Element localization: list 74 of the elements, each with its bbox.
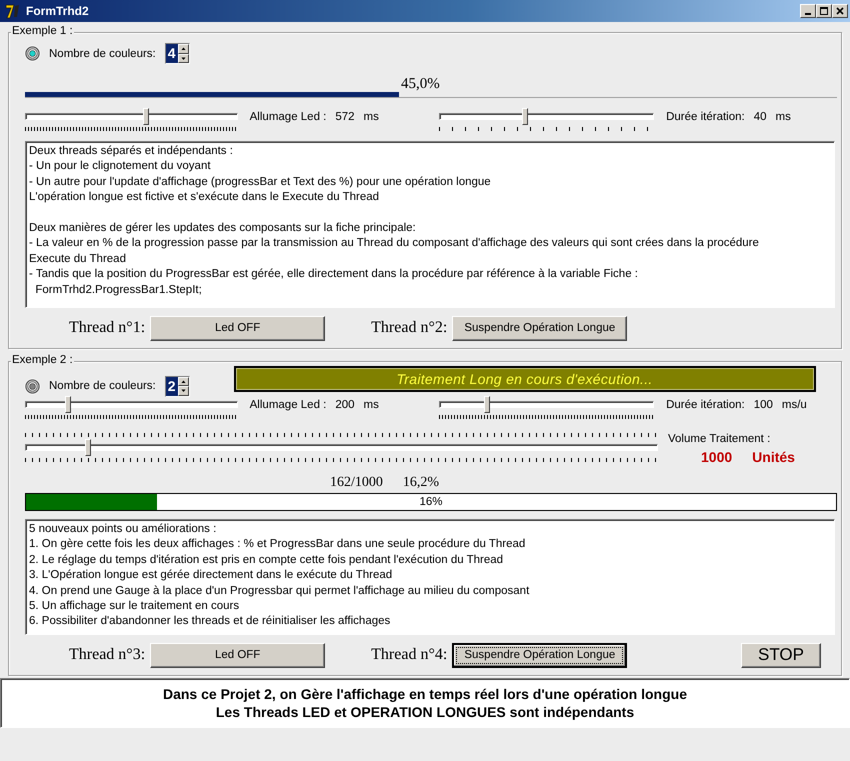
slider-track[interactable] xyxy=(25,108,238,125)
app-icon xyxy=(5,3,21,19)
memo-line: Execute du Thread xyxy=(29,252,126,267)
percent-text: 45,0% xyxy=(401,76,441,92)
memo-line: 1. On gère cette fois les deux affichages : % et ProgressBar dans une seule procédure du Thread xyxy=(29,537,526,552)
colors-label: Nombre de couleurs: xyxy=(49,380,156,392)
unit-label: ms xyxy=(364,399,379,411)
slider-thumb[interactable] xyxy=(484,396,490,413)
slider-track[interactable] xyxy=(25,396,238,413)
group-title: Exemple 2 : xyxy=(11,354,74,366)
slider-track[interactable] xyxy=(25,439,658,456)
unit-label: ms/u xyxy=(782,399,807,411)
volume-label: Volume Traitement : xyxy=(668,433,772,445)
memo-line: 5. Un affichage sur le traitement en cours xyxy=(29,599,240,614)
colors-label: Nombre de couleurs: xyxy=(49,48,156,60)
slider-label: Allumage Led : xyxy=(250,111,326,123)
close-button[interactable] xyxy=(832,4,848,18)
volume-value: 1000 xyxy=(701,449,732,465)
maximize-icon xyxy=(820,7,828,15)
thread-label: Thread n°4: xyxy=(371,646,448,664)
memo-line: Deux threads séparés et indépendants : xyxy=(29,144,233,159)
memo-line: - La valeur en % de la progression passe par la transmission au Thread du composant d'affichage des valeurs qui sont crées dans la procédure xyxy=(29,236,759,252)
close-icon xyxy=(836,7,844,15)
maximize-button[interactable] xyxy=(816,4,832,18)
spin-edit[interactable]: 4 xyxy=(164,43,190,64)
slider-track[interactable] xyxy=(439,396,654,413)
slider-value: 200 xyxy=(335,399,355,411)
spin-up-icon[interactable] xyxy=(178,44,189,54)
memo-line: - Un autre pour l'update d'affichage (progressBar et Text des %) pour une opération longue xyxy=(29,174,491,190)
memo-line: Deux manières de gérer les updates des composants sur la fiche principale: xyxy=(29,221,416,236)
memo-line: 6. Possibiliter d'abandonner les threads et de réinitialiser les affichages xyxy=(29,614,390,630)
memo-line: L'opération longue est fictive et s'exécute dans le Execute du Thread xyxy=(29,190,380,206)
slider-value: 100 xyxy=(754,399,773,411)
spin-down-icon[interactable] xyxy=(178,386,189,396)
slider-value: 572 xyxy=(335,111,355,123)
slider-track[interactable] xyxy=(439,108,654,125)
suspend-button[interactable]: Suspendre Opération Longue xyxy=(452,316,628,340)
thread-label: Thread n°1: xyxy=(69,319,146,337)
count-text: 162/1000 xyxy=(330,475,383,491)
spin-up-icon[interactable] xyxy=(178,376,189,386)
percent-text: 16,2% xyxy=(402,475,440,491)
spin-edit[interactable]: 2 xyxy=(164,376,190,396)
slider-label: Durée itération: xyxy=(666,111,745,123)
volume-unit: Unités xyxy=(752,449,795,465)
footer-text: Dans ce Projet 2, on Gère l'affichage en temps réel lors d'une opération longue xyxy=(162,685,687,703)
led-off-button[interactable]: Led OFF xyxy=(150,642,326,668)
unit-label: ms xyxy=(776,111,791,123)
spin-down-icon[interactable] xyxy=(178,54,189,63)
footer-text: Les Threads LED et OPERATION LONGUES sont indépendants xyxy=(216,703,634,721)
slider-thumb[interactable] xyxy=(64,396,71,413)
slider-thumb[interactable] xyxy=(522,108,528,125)
slider-label: Durée itération: xyxy=(666,399,745,411)
thread-label: Thread n°2: xyxy=(371,319,448,337)
minimize-button[interactable] xyxy=(800,4,816,18)
led-off-button[interactable]: Led OFF xyxy=(150,316,326,340)
slider-thumb[interactable] xyxy=(85,439,92,456)
thread-label: Thread n°3: xyxy=(69,646,146,664)
slider-thumb[interactable] xyxy=(143,108,150,125)
status-banner: Traitement Long en cours d'exécution... xyxy=(234,366,816,392)
memo-line: - Un pour le clignotement du voyant xyxy=(29,159,211,174)
memo-line: 2. Le réglage du temps d'itération est pris en compte cette fois pendant l'exécution du Thread xyxy=(29,552,504,568)
slider-value: 40 xyxy=(754,111,766,123)
gauge-text: 16% xyxy=(418,495,444,510)
memo-line: - Tandis que la position du ProgressBar est gérée, elle directement dans la procédure par référence à la variable Fiche : xyxy=(29,267,638,282)
window-title: FormTrhd2 xyxy=(26,4,90,18)
slider-label: Allumage Led : xyxy=(250,399,326,411)
memo-line: FormTrhd2.ProgressBar1.StepIt; xyxy=(34,282,202,298)
memo-line: 5 nouveaux points ou améliorations : xyxy=(29,522,216,537)
memo-line: 4. On prend une Gauge à la place d'un Progressbar qui permet l'affichage au milieu du composant xyxy=(29,584,530,599)
group-title: Exemple 1 : xyxy=(11,25,74,37)
stop-button[interactable]: STOP xyxy=(741,642,821,668)
memo-line: 3. L'Opération longue est gérée directement dans le exécute du Thread xyxy=(29,568,392,584)
unit-label: ms xyxy=(364,111,379,123)
suspend-button[interactable]: Suspendre Opération Longue xyxy=(452,642,628,668)
